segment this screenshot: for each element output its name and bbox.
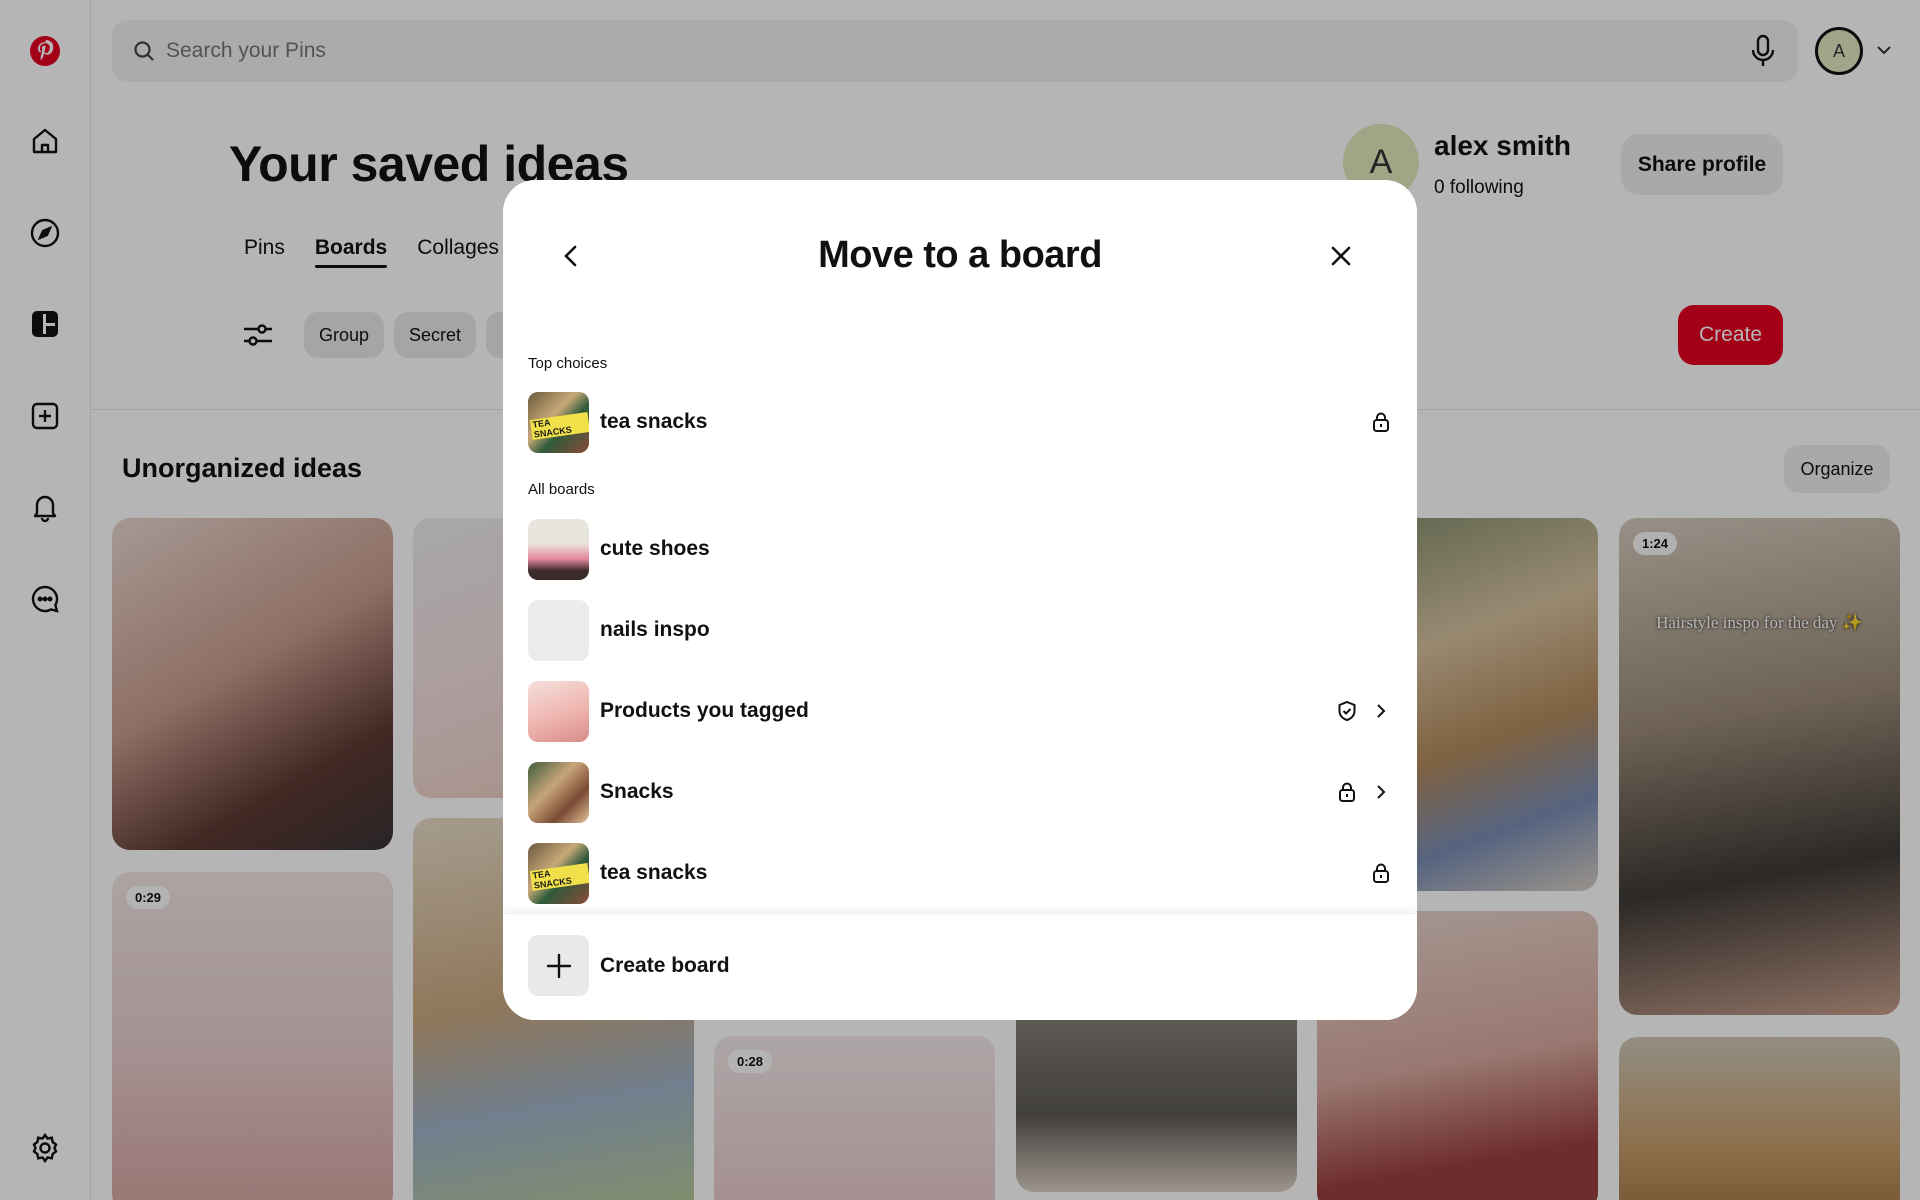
board-thumbnail: TEA SNACKS [528, 842, 589, 904]
thumbnail-text: TEA SNACKS [529, 862, 589, 891]
lock-icon [1373, 412, 1389, 432]
board-thumbnail [528, 599, 589, 661]
board-row-tea-snacks[interactable]: TEA SNACKS tea snacks [528, 842, 1392, 904]
board-name: Products you tagged [600, 699, 809, 722]
thumbnail-text: TEA SNACKS [529, 411, 589, 440]
board-name: Snacks [600, 780, 674, 803]
modal-footer: Create board [503, 913, 1417, 1020]
board-thumbnail [528, 761, 589, 823]
board-name: nails inspo [600, 618, 710, 641]
chevron-right-icon[interactable] [1370, 700, 1392, 722]
board-row-cute-shoes[interactable]: cute shoes [528, 518, 1392, 580]
board-thumbnail: TEA SNACKS [528, 391, 589, 453]
lock-icon [1373, 863, 1389, 883]
board-thumbnail [528, 680, 589, 742]
create-board-label: Create board [600, 953, 730, 977]
create-board-button[interactable]: Create board [528, 935, 730, 996]
board-row-nails-inspo[interactable]: nails inspo [528, 599, 1392, 661]
all-boards-label: All boards [528, 481, 595, 498]
board-name: tea snacks [600, 861, 708, 884]
chevron-right-icon[interactable] [1370, 781, 1392, 803]
board-row-snacks[interactable]: Snacks [528, 761, 1392, 823]
board-row-products-you-tagged[interactable]: Products you tagged [528, 680, 1392, 742]
lock-icon [1339, 782, 1355, 802]
board-name: tea snacks [600, 410, 708, 433]
board-row-top-tea-snacks[interactable]: TEA SNACKS tea snacks [528, 391, 1392, 453]
top-choices-label: Top choices [528, 355, 608, 372]
board-name: cute shoes [600, 537, 710, 560]
plus-icon [528, 935, 589, 996]
board-thumbnail [528, 518, 589, 580]
close-icon[interactable] [1325, 240, 1357, 272]
modal-title: Move to a board [818, 234, 1102, 276]
shield-check-icon [1338, 700, 1356, 722]
move-to-board-modal: Move to a board Top choices TEA SNACKS t… [503, 180, 1417, 1020]
